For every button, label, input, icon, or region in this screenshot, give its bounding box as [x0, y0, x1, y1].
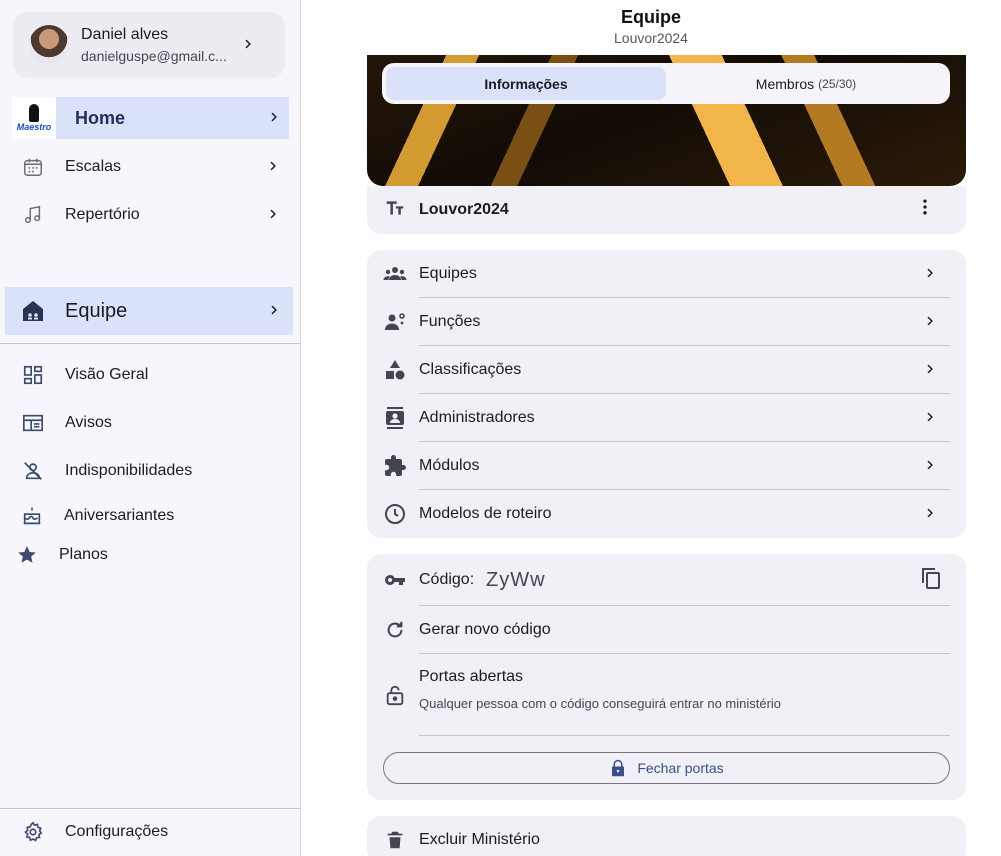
- menu-item-equipes[interactable]: Equipes: [367, 250, 966, 298]
- newspaper-icon: [21, 411, 45, 435]
- sidebar-item-visao-geral[interactable]: Visão Geral: [0, 353, 301, 397]
- sidebar-item-label: Escalas: [65, 158, 122, 175]
- profile-email: danielguspe@gmail.c...: [81, 48, 227, 64]
- delete-ministry-row[interactable]: Excluir Ministério: [367, 816, 966, 856]
- menu-item-administradores[interactable]: Administradores: [367, 394, 966, 442]
- menu-item-funcoes[interactable]: Funções: [367, 298, 966, 346]
- key-icon: [383, 568, 407, 592]
- clock-icon: [383, 502, 407, 526]
- delete-card: Excluir Ministério: [367, 816, 966, 856]
- star-icon: [15, 543, 39, 567]
- groups-icon: [383, 262, 407, 286]
- cake-icon: [20, 504, 44, 528]
- team-name-row[interactable]: Louvor2024: [367, 186, 966, 234]
- menu-item-modulos[interactable]: Módulos: [367, 442, 966, 490]
- sidebar-item-equipe[interactable]: Equipe: [5, 287, 293, 335]
- sidebar-item-label: Aniversariantes: [64, 507, 175, 524]
- chevron-right-icon: [923, 504, 936, 525]
- settings-menu-card: Equipes Funções Classificações Administr…: [367, 250, 966, 538]
- chevron-right-icon: [266, 157, 276, 178]
- open-doors-description: Qualquer pessoa com o código conseguirá …: [419, 696, 782, 711]
- sidebar-item-aniversariantes[interactable]: Aniversariantes: [0, 494, 301, 538]
- sidebar-item-label: Visão Geral: [65, 366, 149, 383]
- page-subtitle: Louvor2024: [614, 30, 688, 46]
- sidebar-item-label: Home: [75, 107, 126, 128]
- tab-membros[interactable]: Membros (25/30): [666, 67, 946, 100]
- divider: [0, 343, 300, 344]
- sidebar: Daniel alves danielguspe@gmail.c... Maes…: [0, 0, 301, 856]
- maestro-logo: Maestro: [12, 97, 56, 139]
- text-format-icon: [385, 198, 405, 223]
- more-vert-icon[interactable]: [915, 197, 935, 223]
- page-header: Equipe Louvor2024: [301, 0, 1001, 55]
- sidebar-item-label: Equipe: [65, 299, 128, 322]
- tab-bar: Informações Membros (25/30): [382, 63, 950, 104]
- music-note-icon: [21, 203, 45, 227]
- chevron-right-icon: [923, 312, 936, 333]
- chevron-right-icon: [241, 35, 255, 56]
- chevron-right-icon: [923, 360, 936, 381]
- trash-icon: [383, 828, 407, 852]
- sidebar-item-configuracoes[interactable]: Configurações: [0, 810, 301, 854]
- members-count: (25/30): [818, 76, 857, 91]
- avatar: [29, 25, 69, 65]
- chevron-right-icon: [266, 205, 276, 226]
- refresh-icon: [383, 618, 407, 642]
- sidebar-item-indisponibilidades[interactable]: Indisponibilidades: [0, 449, 301, 493]
- sidebar-item-label: Indisponibilidades: [65, 462, 193, 479]
- person-off-icon: [21, 459, 45, 483]
- open-doors-title: Portas abertas: [419, 668, 524, 685]
- menu-item-classificacoes[interactable]: Classificações: [367, 346, 966, 394]
- sidebar-item-avisos[interactable]: Avisos: [0, 401, 301, 445]
- sidebar-item-label: Planos: [59, 546, 108, 563]
- code-value: ZyWw: [486, 568, 546, 591]
- chevron-right-icon: [923, 408, 936, 429]
- puzzle-icon: [383, 454, 407, 478]
- sidebar-item-planos[interactable]: Planos: [0, 533, 301, 577]
- calendar-icon: [21, 155, 45, 179]
- invite-code-card: Código: ZyWw Gerar novo código Portas ab…: [367, 554, 966, 800]
- menu-item-modelos-roteiro[interactable]: Modelos de roteiro: [367, 490, 966, 538]
- generate-code-row[interactable]: Gerar novo código: [367, 606, 966, 654]
- open-doors-row: Portas abertas Qualquer pessoa com o cód…: [367, 658, 966, 732]
- team-house-icon: [21, 299, 45, 323]
- gear-icon: [21, 820, 45, 844]
- team-name: Louvor2024: [419, 201, 509, 218]
- sidebar-item-escalas[interactable]: Escalas: [0, 145, 301, 189]
- close-doors-button[interactable]: Fechar portas: [383, 752, 950, 784]
- sidebar-item-label: Repertório: [65, 206, 140, 223]
- page-title: Equipe: [620, 7, 681, 27]
- code-row: Código: ZyWw: [367, 556, 966, 604]
- category-icon: [383, 358, 407, 382]
- tab-informacoes[interactable]: Informações: [386, 67, 666, 100]
- sidebar-item-repertorio[interactable]: Repertório: [0, 193, 301, 237]
- lock-icon: [609, 758, 627, 778]
- dashboard-icon: [21, 363, 45, 387]
- lock-open-icon: [383, 683, 407, 707]
- profile-name: Daniel alves: [81, 26, 169, 43]
- chevron-right-icon: [923, 456, 936, 477]
- divider: [0, 808, 300, 809]
- sidebar-item-label: Configurações: [65, 823, 169, 840]
- contact-icon: [383, 406, 407, 430]
- copy-icon[interactable]: [919, 566, 943, 595]
- chevron-right-icon: [923, 264, 936, 285]
- profile-card[interactable]: Daniel alves danielguspe@gmail.c...: [13, 12, 285, 78]
- sidebar-item-label: Avisos: [65, 414, 112, 431]
- sidebar-item-home[interactable]: Maestro Home: [12, 97, 289, 139]
- code-label: Código:: [419, 571, 475, 588]
- roles-icon: [383, 310, 407, 334]
